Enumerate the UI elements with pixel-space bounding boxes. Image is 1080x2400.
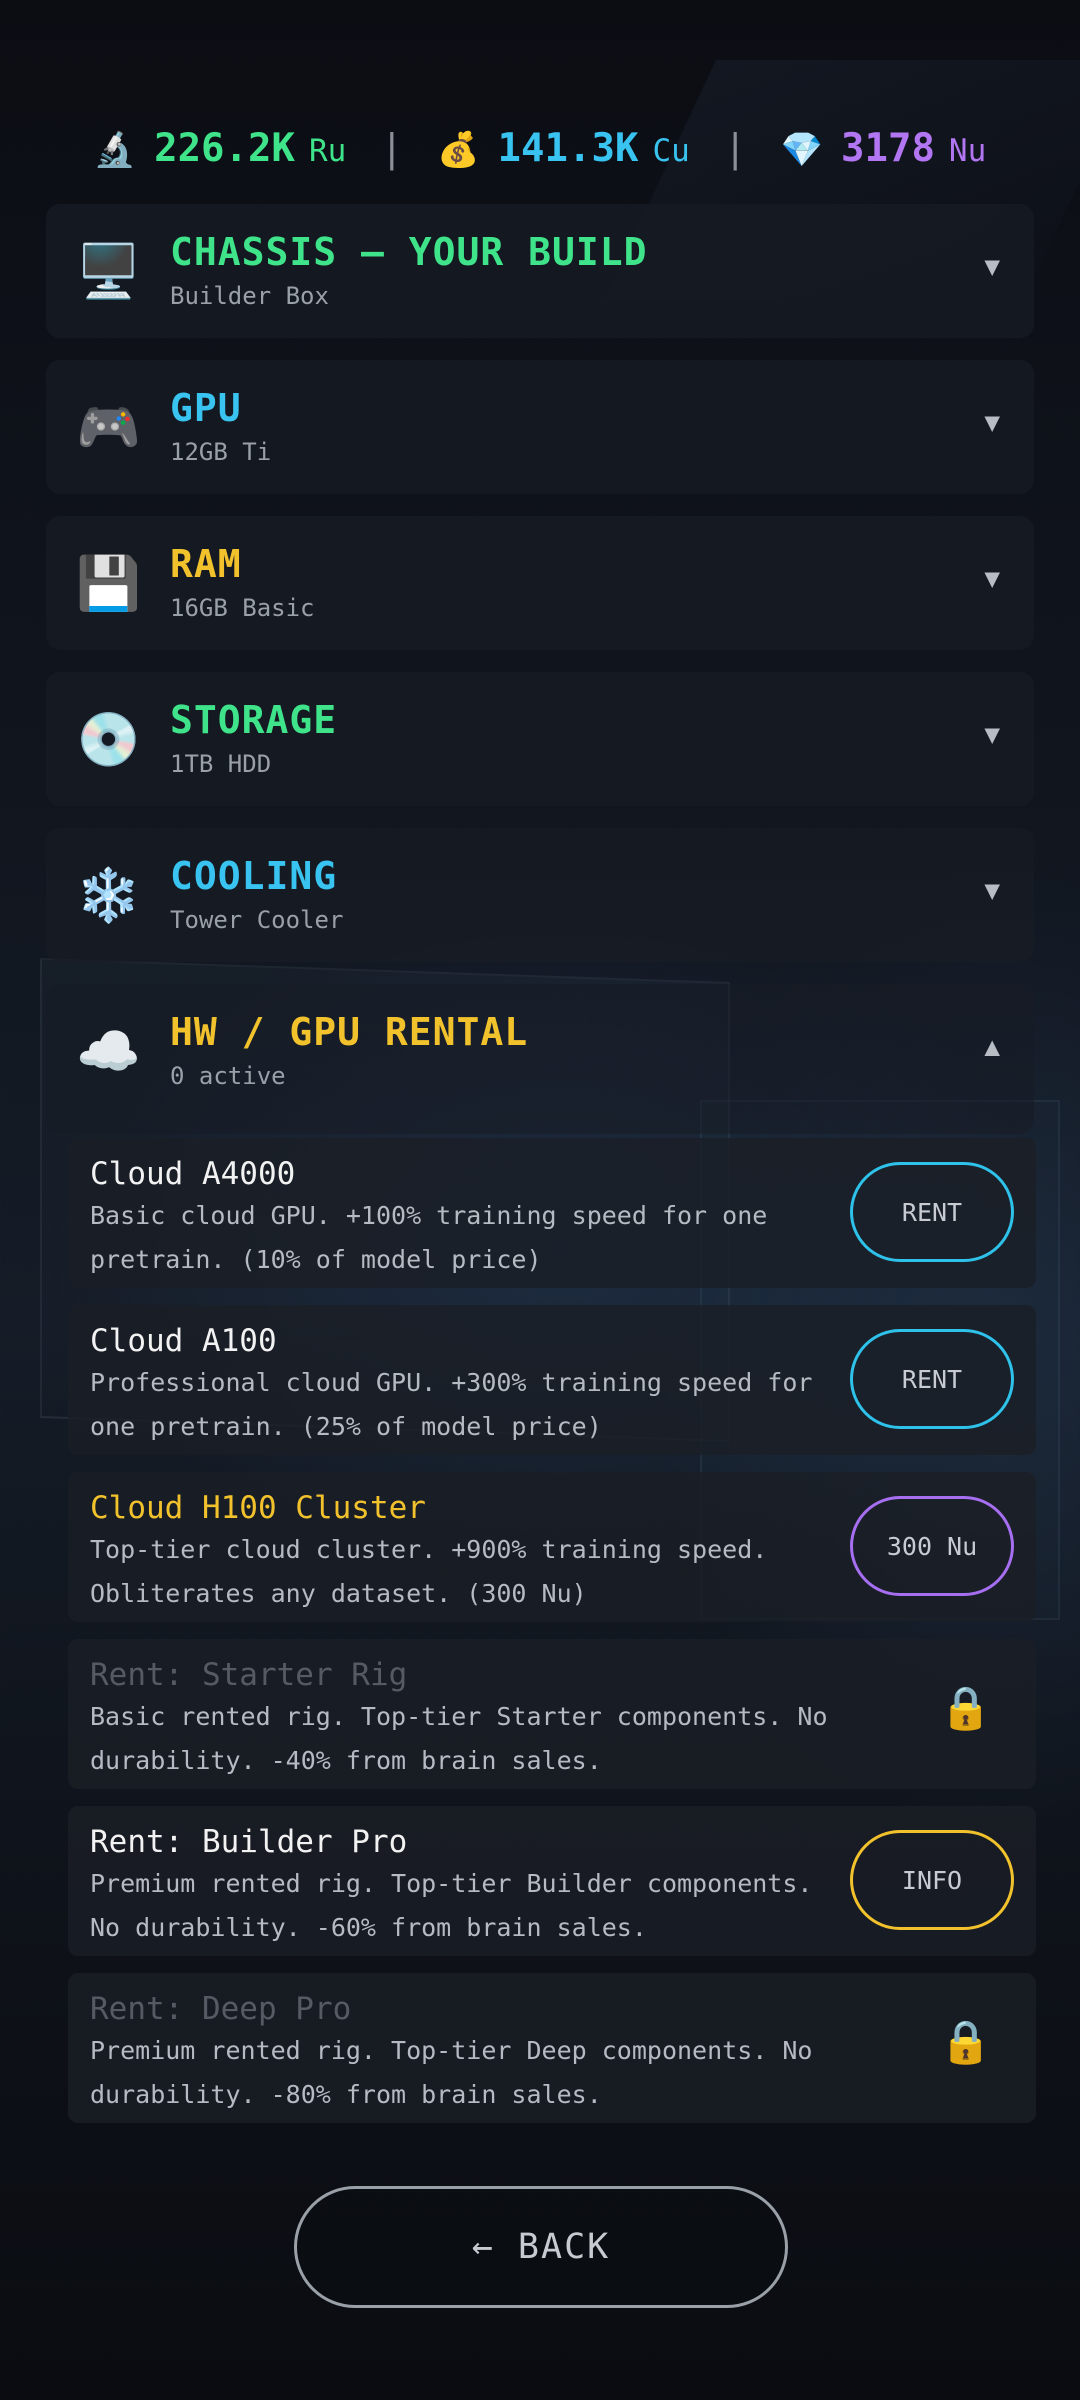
category-subtitle: Builder Box — [170, 282, 329, 310]
back-button[interactable]: ← BACK — [294, 2186, 788, 2308]
rental-title: Cloud A100 — [90, 1323, 277, 1359]
category-ram[interactable]: 💾 RAM 16GB Basic ▼ — [46, 516, 1034, 650]
category-gpu[interactable]: 🎮 GPU 12GB Ti ▼ — [46, 360, 1034, 494]
rental-description: Basic rented rig. Top-tier Starter compo… — [90, 1702, 828, 1775]
currency-unit: Cu — [652, 132, 690, 169]
money-bag-icon: 💰 — [437, 129, 480, 170]
currency-unit: Nu — [948, 132, 987, 169]
chevron-down-icon[interactable]: ▼ — [984, 876, 1000, 906]
rental-builder-pro: Rent: Builder Pro Premium rented rig. To… — [68, 1806, 1036, 1956]
currency-ru: 🔬 226.2K Ru — [94, 126, 347, 171]
rental-title: Cloud H100 Cluster — [90, 1490, 426, 1526]
currency-value: 141.3K — [497, 125, 639, 171]
chevron-down-icon[interactable]: ▼ — [984, 720, 1000, 750]
buy-nu-button[interactable]: 300 Nu — [850, 1496, 1014, 1596]
gamepad-icon: 🎮 — [76, 398, 141, 458]
category-subtitle: 16GB Basic — [170, 594, 315, 622]
rental-starter-rig: Rent: Starter Rig Basic rented rig. Top-… — [68, 1639, 1036, 1789]
rent-button[interactable]: RENT — [850, 1329, 1014, 1429]
category-chassis[interactable]: 🖥️ CHASSIS — YOUR BUILD Builder Box ▼ — [46, 204, 1034, 338]
snowflake-icon: ❄️ — [76, 866, 141, 926]
category-hw-gpu-rental[interactable]: ☁️ HW / GPU RENTAL 0 active ▲ — [46, 984, 1034, 1134]
cloud-icon: ☁️ — [76, 1022, 141, 1082]
lock-icon: 🔒 — [939, 1683, 992, 1732]
rental-description: Basic cloud GPU. +100% training speed fo… — [90, 1201, 768, 1274]
rental-description: Premium rented rig. Top-tier Builder com… — [90, 1869, 813, 1942]
currency-nu: 💎 3178 Nu — [781, 126, 987, 171]
currency-cu: 💰 141.3K Cu — [437, 126, 690, 171]
rental-deep-pro: Rent: Deep Pro Premium rented rig. Top-t… — [68, 1973, 1036, 2123]
gem-icon: 💎 — [780, 129, 823, 170]
chevron-up-icon[interactable]: ▲ — [984, 1032, 1000, 1062]
microscope-icon: 🔬 — [93, 129, 137, 170]
desktop-computer-icon: 🖥️ — [76, 242, 141, 302]
category-title: GPU — [170, 386, 242, 430]
chevron-down-icon[interactable]: ▼ — [984, 408, 1000, 438]
floppy-disk-icon: 💾 — [76, 554, 141, 614]
category-title: CHASSIS — YOUR BUILD — [170, 230, 648, 274]
rental-description: Top-tier cloud cluster. +900% training s… — [90, 1535, 768, 1608]
rent-button[interactable]: RENT — [850, 1162, 1014, 1262]
rental-title: Rent: Builder Pro — [90, 1824, 408, 1860]
rental-cloud-a100: Cloud A100 Professional cloud GPU. +300%… — [68, 1305, 1036, 1455]
category-subtitle: 0 active — [170, 1062, 286, 1090]
rental-description: Premium rented rig. Top-tier Deep compon… — [90, 2036, 813, 2109]
currency-separator: | — [723, 126, 747, 170]
chevron-down-icon[interactable]: ▼ — [984, 564, 1000, 594]
rental-description: Professional cloud GPU. +300% training s… — [90, 1368, 813, 1441]
category-storage[interactable]: 💿 STORAGE 1TB HDD ▼ — [46, 672, 1034, 806]
currency-bar: 🔬 226.2K Ru | 💰 141.3K Cu | 💎 3178 Nu — [0, 118, 1080, 178]
optical-disc-icon: 💿 — [76, 710, 141, 770]
currency-separator: | — [380, 126, 404, 170]
info-button[interactable]: INFO — [850, 1830, 1014, 1930]
category-subtitle: Tower Cooler — [170, 906, 344, 934]
rental-cloud-a4000: Cloud A4000 Basic cloud GPU. +100% train… — [68, 1138, 1036, 1288]
chevron-down-icon[interactable]: ▼ — [984, 252, 1000, 282]
rental-title: Rent: Starter Rig — [90, 1657, 408, 1693]
currency-unit: Ru — [308, 132, 347, 169]
category-subtitle: 1TB HDD — [170, 750, 272, 778]
category-title: HW / GPU RENTAL — [170, 1010, 529, 1054]
rental-title: Cloud A4000 — [90, 1156, 296, 1192]
currency-value: 226.2K — [154, 125, 295, 171]
category-subtitle: 12GB Ti — [170, 438, 272, 466]
category-title: COOLING — [170, 854, 338, 898]
category-title: STORAGE — [170, 698, 338, 742]
lock-icon: 🔒 — [939, 2017, 992, 2066]
currency-value: 3178 — [841, 125, 935, 171]
category-cooling[interactable]: ❄️ COOLING Tower Cooler ▼ — [46, 828, 1034, 962]
category-title: RAM — [170, 542, 242, 586]
rental-cloud-h100-cluster: Cloud H100 Cluster Top-tier cloud cluste… — [68, 1472, 1036, 1622]
rental-title: Rent: Deep Pro — [90, 1991, 352, 2027]
